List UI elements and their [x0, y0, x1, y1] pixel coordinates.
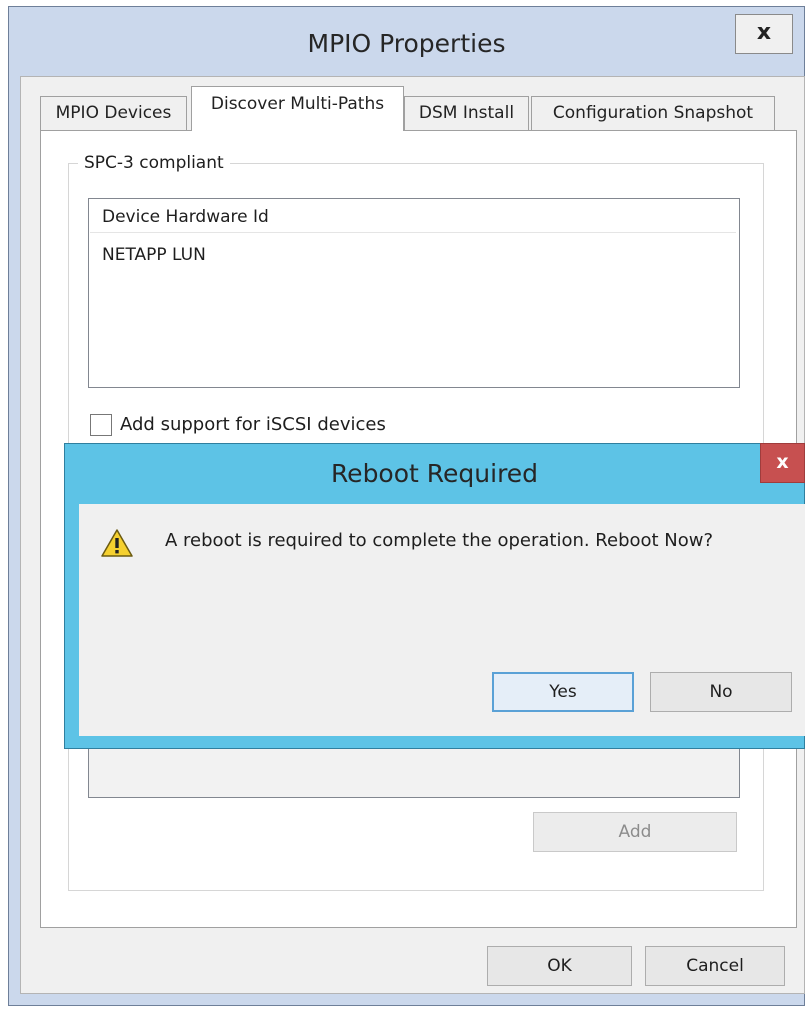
no-button[interactable]: No — [650, 672, 792, 712]
iscsi-support-checkbox[interactable] — [90, 414, 112, 436]
dialog-message: A reboot is required to complete the ope… — [165, 530, 714, 551]
warning-icon — [100, 527, 134, 559]
dialog-close-button[interactable]: x — [760, 443, 805, 483]
tab-mpio-devices[interactable]: MPIO Devices — [40, 96, 187, 130]
device-hardware-id-column-header[interactable]: Device Hardware Id — [90, 201, 736, 233]
tab-dsm-install[interactable]: DSM Install — [404, 96, 529, 130]
spc3-group-legend: SPC-3 compliant — [78, 152, 230, 174]
tab-discover-multi-paths[interactable]: Discover Multi-Paths — [191, 86, 404, 131]
list-item[interactable]: NETAPP LUN — [90, 240, 736, 270]
window-title: MPIO Properties — [307, 29, 506, 58]
tab-configuration-snapshot[interactable]: Configuration Snapshot — [531, 96, 775, 130]
iscsi-support-label[interactable]: Add support for iSCSI devices — [120, 412, 386, 438]
cancel-button[interactable]: Cancel — [645, 946, 785, 986]
secondary-device-list[interactable] — [88, 745, 740, 798]
yes-button[interactable]: Yes — [492, 672, 634, 712]
ok-button[interactable]: OK — [487, 946, 632, 986]
add-button[interactable]: Add — [533, 812, 737, 852]
window-close-button[interactable]: x — [735, 14, 793, 54]
dialog-title: Reboot Required — [330, 459, 539, 488]
